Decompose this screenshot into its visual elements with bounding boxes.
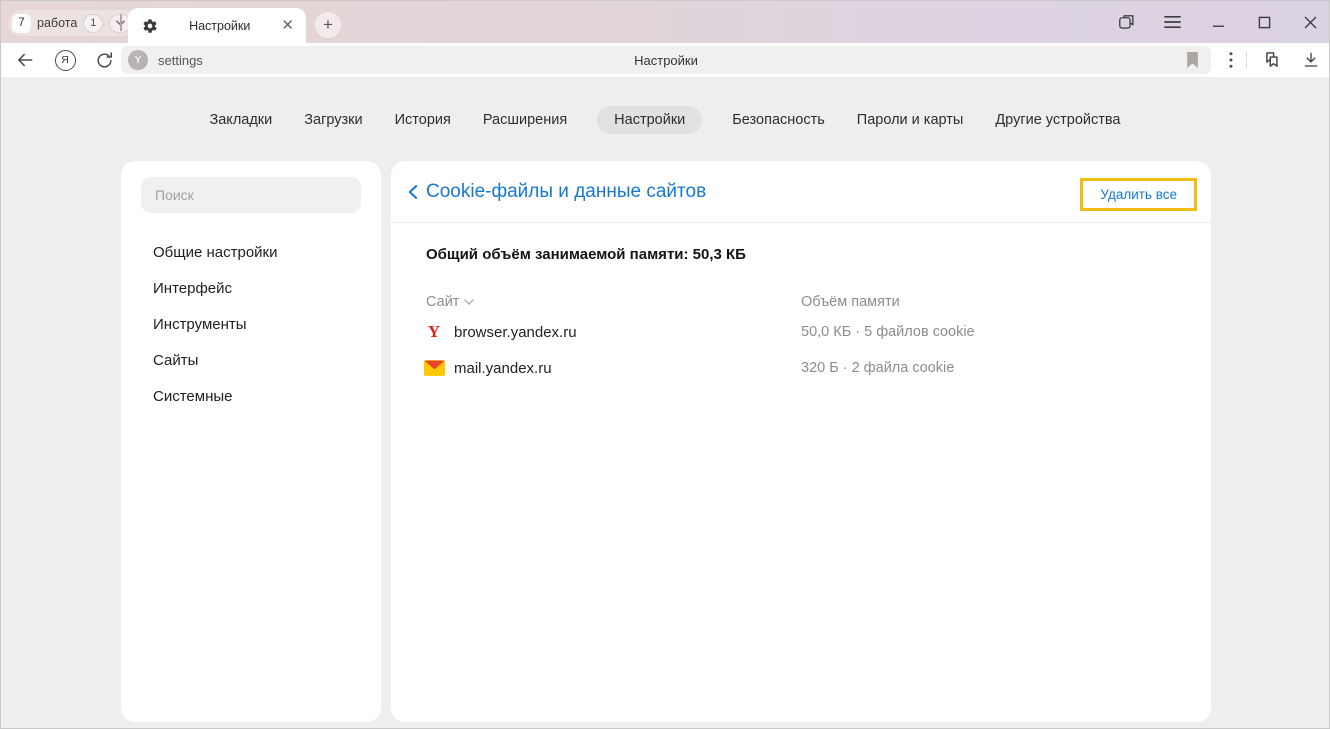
collections-icon[interactable] bbox=[1257, 43, 1285, 77]
search-input[interactable] bbox=[141, 177, 361, 213]
window-controls bbox=[1115, 1, 1321, 43]
maximize-icon[interactable] bbox=[1253, 11, 1275, 33]
gear-icon bbox=[142, 18, 158, 34]
cookies-panel-header: Cookie-файлы и данные сайтов Удалить все bbox=[391, 161, 1211, 223]
table-header: Сайт Объём памяти bbox=[391, 290, 1211, 314]
back-chevron-icon[interactable] bbox=[405, 183, 421, 201]
more-options-icon[interactable] bbox=[1217, 43, 1245, 77]
side-panel-icon[interactable] bbox=[1115, 11, 1137, 33]
settings-page: Закладки Загрузки История Расширения Нас… bbox=[1, 77, 1329, 729]
protect-icon[interactable]: Y bbox=[128, 50, 148, 70]
address-bar-page-title: Настройки bbox=[121, 53, 1211, 68]
site-name: mail.yandex.ru bbox=[454, 360, 552, 377]
tab-group-count: 7 bbox=[12, 14, 31, 33]
new-tab-button[interactable]: + bbox=[315, 12, 341, 38]
nav-item-security[interactable]: Безопасность bbox=[730, 106, 827, 134]
bookmark-icon[interactable] bbox=[1186, 52, 1199, 73]
nav-item-passwords[interactable]: Пароли и карты bbox=[855, 106, 966, 134]
nav-item-bookmarks[interactable]: Закладки bbox=[207, 106, 274, 134]
tab-settings[interactable]: Настройки ✕ bbox=[128, 8, 306, 43]
sidebar-item-system[interactable]: Системные bbox=[121, 378, 381, 414]
nav-item-downloads[interactable]: Загрузки bbox=[302, 106, 364, 134]
settings-sidebar: Общие настройки Интерфейс Инструменты Са… bbox=[121, 161, 381, 722]
column-size: Объём памяти bbox=[801, 294, 900, 310]
back-icon[interactable] bbox=[11, 43, 39, 77]
tab-group-name: работа bbox=[37, 16, 77, 30]
toolbar-separator bbox=[1246, 52, 1247, 68]
settings-top-nav: Закладки Загрузки История Расширения Нас… bbox=[1, 106, 1329, 134]
sidebar-item-sites[interactable]: Сайты bbox=[121, 342, 381, 378]
close-window-icon[interactable] bbox=[1299, 11, 1321, 33]
url-text: settings bbox=[158, 53, 203, 68]
sidebar-sections: Общие настройки Интерфейс Инструменты Са… bbox=[121, 234, 381, 414]
sidebar-item-interface[interactable]: Интерфейс bbox=[121, 270, 381, 306]
download-icon[interactable] bbox=[1297, 43, 1325, 77]
sort-chevron-icon bbox=[464, 299, 474, 305]
nav-item-settings[interactable]: Настройки bbox=[597, 106, 702, 134]
cookies-panel: Cookie-файлы и данные сайтов Удалить все… bbox=[391, 161, 1211, 722]
yandex-logo-icon[interactable]: Я bbox=[51, 43, 79, 77]
group-separator bbox=[120, 14, 122, 31]
tab-group[interactable]: 7 работа 1 bbox=[8, 10, 136, 36]
yandex-browser-icon: Y bbox=[422, 322, 446, 342]
address-bar[interactable]: Y settings Настройки bbox=[121, 46, 1211, 74]
delete-all-button[interactable]: Удалить все bbox=[1080, 178, 1197, 211]
column-site[interactable]: Сайт bbox=[426, 294, 474, 310]
tab-group-badge: 1 bbox=[83, 14, 103, 33]
browser-window: 7 работа 1 Настройки ✕ + bbox=[0, 0, 1330, 729]
table-row[interactable]: Y browser.yandex.ru 50,0 КБ · 5 файлов c… bbox=[391, 314, 1211, 350]
page-title: Cookie-файлы и данные сайтов bbox=[426, 181, 706, 203]
refresh-icon[interactable] bbox=[90, 43, 118, 77]
minimize-icon[interactable] bbox=[1207, 11, 1229, 33]
sidebar-item-tools[interactable]: Инструменты bbox=[121, 306, 381, 342]
nav-item-history[interactable]: История bbox=[393, 106, 453, 134]
site-size: 320 Б · 2 файла cookie bbox=[801, 360, 954, 376]
browser-toolbar: Я Y settings Настройки bbox=[1, 43, 1329, 77]
table-row[interactable]: mail.yandex.ru 320 Б · 2 файла cookie bbox=[391, 350, 1211, 386]
close-tab-icon[interactable]: ✕ bbox=[281, 18, 294, 33]
site-name: browser.yandex.ru bbox=[454, 324, 577, 341]
nav-item-devices[interactable]: Другие устройства bbox=[993, 106, 1122, 134]
tab-strip: 7 работа 1 Настройки ✕ + bbox=[1, 1, 1329, 43]
memory-summary: Общий объём занимаемой памяти: 50,3 КБ bbox=[426, 246, 1211, 263]
site-size: 50,0 КБ · 5 файлов cookie bbox=[801, 324, 975, 340]
menu-icon[interactable] bbox=[1161, 11, 1183, 33]
sidebar-item-general[interactable]: Общие настройки bbox=[121, 234, 381, 270]
tab-title: Настройки bbox=[158, 19, 281, 33]
yandex-mail-icon bbox=[422, 360, 446, 376]
nav-item-extensions[interactable]: Расширения bbox=[481, 106, 569, 134]
